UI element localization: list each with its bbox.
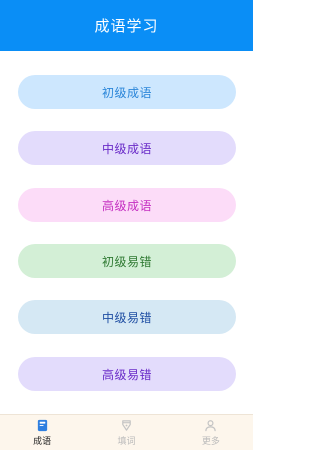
tab-label: 更多 — [201, 436, 220, 447]
button-label: 中级成语 — [101, 141, 152, 156]
button-label: 初级易错 — [101, 254, 152, 269]
tab-label: 成语 — [33, 436, 52, 447]
button-label: 初级成语 — [101, 85, 152, 100]
button-beginner-idioms[interactable]: 初级成语 — [18, 75, 236, 109]
page-title: 成语学习 — [94, 17, 159, 35]
button-label: 中级易错 — [101, 310, 152, 325]
button-label: 高级成语 — [101, 198, 152, 213]
pen-nib-icon — [122, 419, 131, 431]
tab-fill-words[interactable]: 填词 — [84, 415, 168, 450]
button-advanced-errors[interactable]: 高级易错 — [18, 357, 236, 391]
button-intermediate-idioms[interactable]: 中级成语 — [18, 131, 236, 165]
book-icon — [37, 419, 47, 431]
person-icon — [205, 419, 217, 431]
button-beginner-errors[interactable]: 初级易错 — [18, 244, 236, 278]
tab-more[interactable]: 更多 — [169, 415, 253, 450]
tab-label: 填词 — [117, 436, 136, 447]
bottom-tab-bar: 成语 填词 更多 — [0, 414, 253, 450]
button-label: 高级易错 — [101, 367, 152, 382]
level-list: 初级成语 中级成语 高级成语 初级易错 中级易错 高级易错 — [0, 51, 253, 414]
button-advanced-idioms[interactable]: 高级成语 — [18, 188, 236, 222]
tab-idioms[interactable]: 成语 — [0, 415, 84, 450]
app-header: 成语学习 — [0, 0, 253, 51]
button-intermediate-errors[interactable]: 中级易错 — [18, 300, 236, 334]
